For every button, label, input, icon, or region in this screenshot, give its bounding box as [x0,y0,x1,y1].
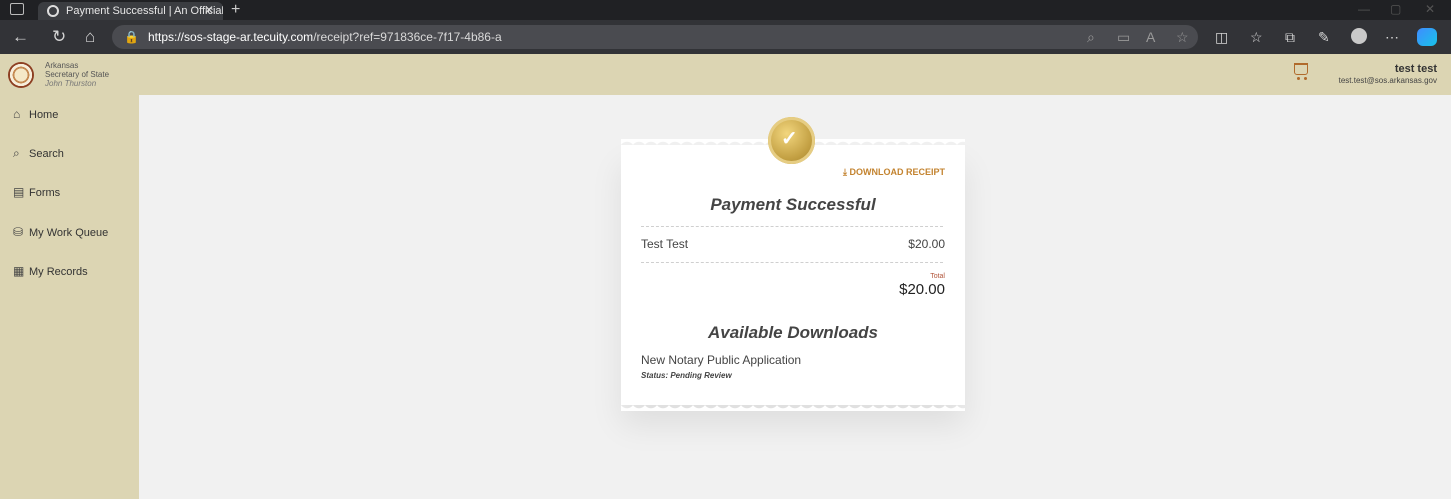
app-header: Arkansas Secretary of State John Thursto… [0,54,1451,95]
user-email: test.test@sos.arkansas.gov [1338,76,1437,85]
new-tab-icon[interactable]: + [231,0,240,20]
favicon-icon [47,5,59,17]
url-host: https://sos-stage-ar.tecuity.com [148,30,314,44]
cart-wheel [1304,77,1307,80]
payment-title: Payment Successful [710,195,876,214]
zoom-icon[interactable]: ⌕ [1087,28,1095,46]
available-downloads-title: Available Downloads [707,323,879,342]
lock-icon: 🔒 [124,30,139,44]
forms-icon: ▤ [13,185,25,199]
divider [641,262,943,263]
address-bar[interactable]: 🔒 https://sos-stage-ar.tecuity.com/recei… [112,25,1198,49]
read-aloud-icon[interactable]: A [1146,28,1155,46]
state-seal-logo[interactable] [8,62,34,88]
close-window-icon[interactable]: ✕ [1425,0,1435,18]
more-menu-icon[interactable]: ⋯ [1385,28,1399,46]
browser-tab-bar: Payment Successful | An Official ✕ + — ▢… [0,0,1451,20]
work-queue-icon: ⛁ [13,225,24,239]
receipt-bottom-edge [621,403,965,411]
sidebar-item-work-queue[interactable]: ⛁ My Work Queue [13,222,108,242]
restore-icon[interactable]: ▢ [1390,0,1401,18]
sidebar-item-records[interactable]: ▦ My Records [13,261,88,281]
divider [641,226,943,227]
download-item-link[interactable]: New Notary Public Application [641,353,801,367]
sidebar-toggle-icon[interactable] [10,3,24,15]
total-value: $20.00 [899,281,945,298]
sidebar: ⌂ Home ⌕ Search ▤ Forms ⛁ My Work Queue ▦ My … [0,95,139,499]
org-office: Secretary of State [45,70,110,79]
browser-tab[interactable]: Payment Successful | An Official [38,2,223,20]
user-name[interactable]: test test [1395,63,1437,75]
org-official: John Thurston [45,79,97,88]
records-icon: ▦ [13,264,25,278]
success-badge: ✓ [768,117,815,164]
total-label: Total [930,273,945,280]
split-screen-icon[interactable]: ◫ [1215,28,1228,46]
tab-close-icon[interactable]: ✕ [204,1,214,19]
favorite-star-icon[interactable]: ☆ [1176,28,1189,46]
line-item-name: Test Test [641,237,689,251]
tab-title: Payment Successful | An Official [66,5,223,17]
home-icon: ⌂ [13,107,21,121]
search-icon: ⌕ [13,146,20,160]
download-item-status: Status: Pending Review [641,371,732,380]
cart-wheel [1297,77,1300,80]
extensions-icon[interactable]: ✎ [1318,28,1330,46]
download-receipt-label: DOWNLOAD RECEIPT [849,167,946,177]
checkmark-icon: ✓ [781,128,798,150]
browser-toolbar: ← ↻ ⌂ 🔒 https://sos-stage-ar.tecuity.com… [0,20,1451,54]
sidebar-item-label: Forms [29,187,61,199]
sidebar-item-forms[interactable]: ▤ Forms [13,182,60,202]
collections-icon[interactable]: ⧉ [1285,28,1295,46]
back-icon[interactable]: ← [12,27,29,47]
app-available-icon[interactable]: ▭ [1117,28,1130,46]
download-receipt-button[interactable]: ⤓ DOWNLOAD RECEIPT [843,167,945,178]
favorites-icon[interactable]: ☆ [1250,28,1263,46]
profile-avatar[interactable] [1351,28,1367,44]
refresh-icon[interactable]: ↻ [52,27,66,47]
sidebar-item-search[interactable]: ⌕ Search [13,143,64,163]
sidebar-item-label: Home [29,109,59,121]
brand-text: Arkansas Secretary of State John Thursto… [45,61,109,88]
home-icon[interactable]: ⌂ [85,27,95,47]
url-path: /receipt?ref=971836ce-7f17-4b86-a [313,30,502,44]
sidebar-item-label: Search [29,148,64,160]
cart-icon[interactable] [1294,63,1308,75]
org-state: Arkansas [45,61,79,70]
main-content: ✓ ⤓ DOWNLOAD RECEIPT Payment Successful … [139,95,1451,499]
copilot-icon[interactable] [1417,28,1437,46]
sidebar-item-label: My Work Queue [29,227,109,239]
line-item-amount: $20.00 [908,237,945,251]
minimize-icon[interactable]: — [1358,0,1370,18]
sidebar-item-home[interactable]: ⌂ Home [13,104,58,124]
sidebar-item-label: My Records [29,266,88,278]
receipt-card: ✓ ⤓ DOWNLOAD RECEIPT Payment Successful … [621,117,965,411]
